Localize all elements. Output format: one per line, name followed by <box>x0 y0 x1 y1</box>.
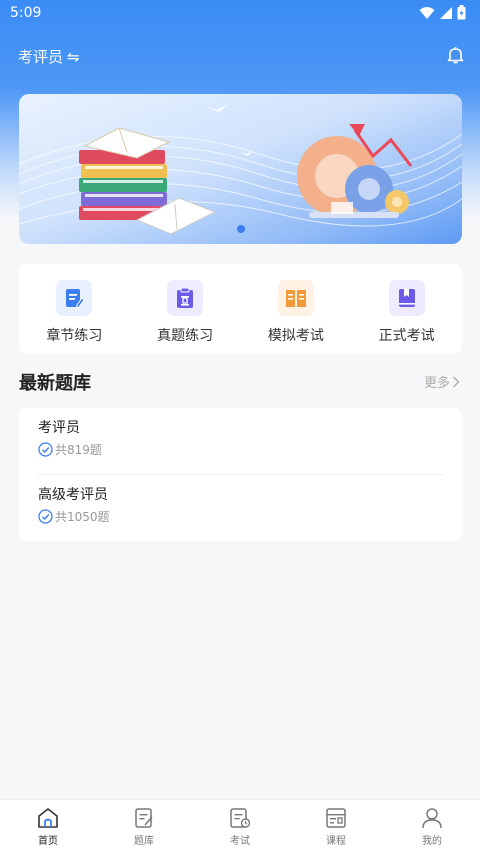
quick-action-label: 真题练习 <box>157 328 214 344</box>
tab-exam[interactable]: 考试 <box>192 800 288 853</box>
past-exam-practice-button[interactable]: 真题练习 <box>130 264 241 354</box>
open-book-icon <box>277 280 314 316</box>
status-bar: 5:09 <box>0 0 480 28</box>
tab-label: 课程 <box>326 836 346 847</box>
status-time: 5:09 <box>10 5 42 21</box>
more-label: 更多 <box>423 376 450 391</box>
quick-action-label: 章节练习 <box>46 328 103 344</box>
tab-label: 我的 <box>422 836 442 847</box>
list-item[interactable]: 考评员 共819题 <box>19 408 462 475</box>
question-count: 共1050题 <box>55 510 110 524</box>
course-icon <box>326 808 346 828</box>
app-header: 考评员 ⇋ <box>0 40 480 72</box>
tab-question-bank[interactable]: 题库 <box>96 800 192 853</box>
bottom-tab-bar: 首页 题库 考试 课程 我的 <box>0 799 480 853</box>
bell-icon[interactable] <box>447 46 464 64</box>
battery-icon <box>457 5 466 20</box>
tab-label: 首页 <box>38 836 58 847</box>
check-circle-icon <box>38 509 53 524</box>
question-bank-icon <box>135 808 153 828</box>
role-label: 考评员 <box>18 48 64 66</box>
chapter-practice-button[interactable]: 章节练习 <box>19 264 130 354</box>
section-title: 最新题库 <box>19 373 91 394</box>
check-circle-icon <box>38 442 53 457</box>
bank-name: 高级考评员 <box>38 487 108 503</box>
quick-action-label: 模拟考试 <box>267 328 324 344</box>
status-icons <box>419 5 466 20</box>
exam-icon <box>230 808 251 828</box>
more-link[interactable]: 更多 <box>424 372 460 391</box>
quick-actions: 章节练习 真题练习 模拟考试 正式考试 <box>19 264 462 354</box>
list-item[interactable]: 高级考评员 共1050题 <box>19 475 462 542</box>
tab-label: 考试 <box>230 836 250 847</box>
tab-profile[interactable]: 我的 <box>384 800 480 853</box>
carousel-indicator <box>237 225 245 233</box>
formal-exam-button[interactable]: 正式考试 <box>351 264 462 354</box>
tab-course[interactable]: 课程 <box>288 800 384 853</box>
mock-exam-button[interactable]: 模拟考试 <box>241 264 352 354</box>
quick-action-label: 正式考试 <box>378 328 435 344</box>
home-icon <box>38 808 58 828</box>
edit-document-icon <box>56 280 93 316</box>
wifi-icon <box>419 6 435 19</box>
bookmark-book-icon <box>388 280 425 316</box>
chevron-right-icon <box>453 376 460 387</box>
tab-label: 题库 <box>134 836 154 847</box>
tab-home[interactable]: 首页 <box>0 800 96 853</box>
role-switch[interactable]: 考评员 ⇋ <box>18 46 80 67</box>
signal-icon <box>440 6 452 19</box>
question-count: 共819题 <box>55 443 102 457</box>
swap-icon: ⇋ <box>67 47 80 66</box>
clipboard-icon <box>167 280 204 316</box>
question-bank-list: 考评员 共819题 高级考评员 共1050题 <box>19 408 462 541</box>
banner-carousel[interactable] <box>19 94 462 244</box>
bank-name: 考评员 <box>38 420 80 436</box>
profile-icon <box>422 808 442 829</box>
banner-illustration <box>19 104 462 235</box>
